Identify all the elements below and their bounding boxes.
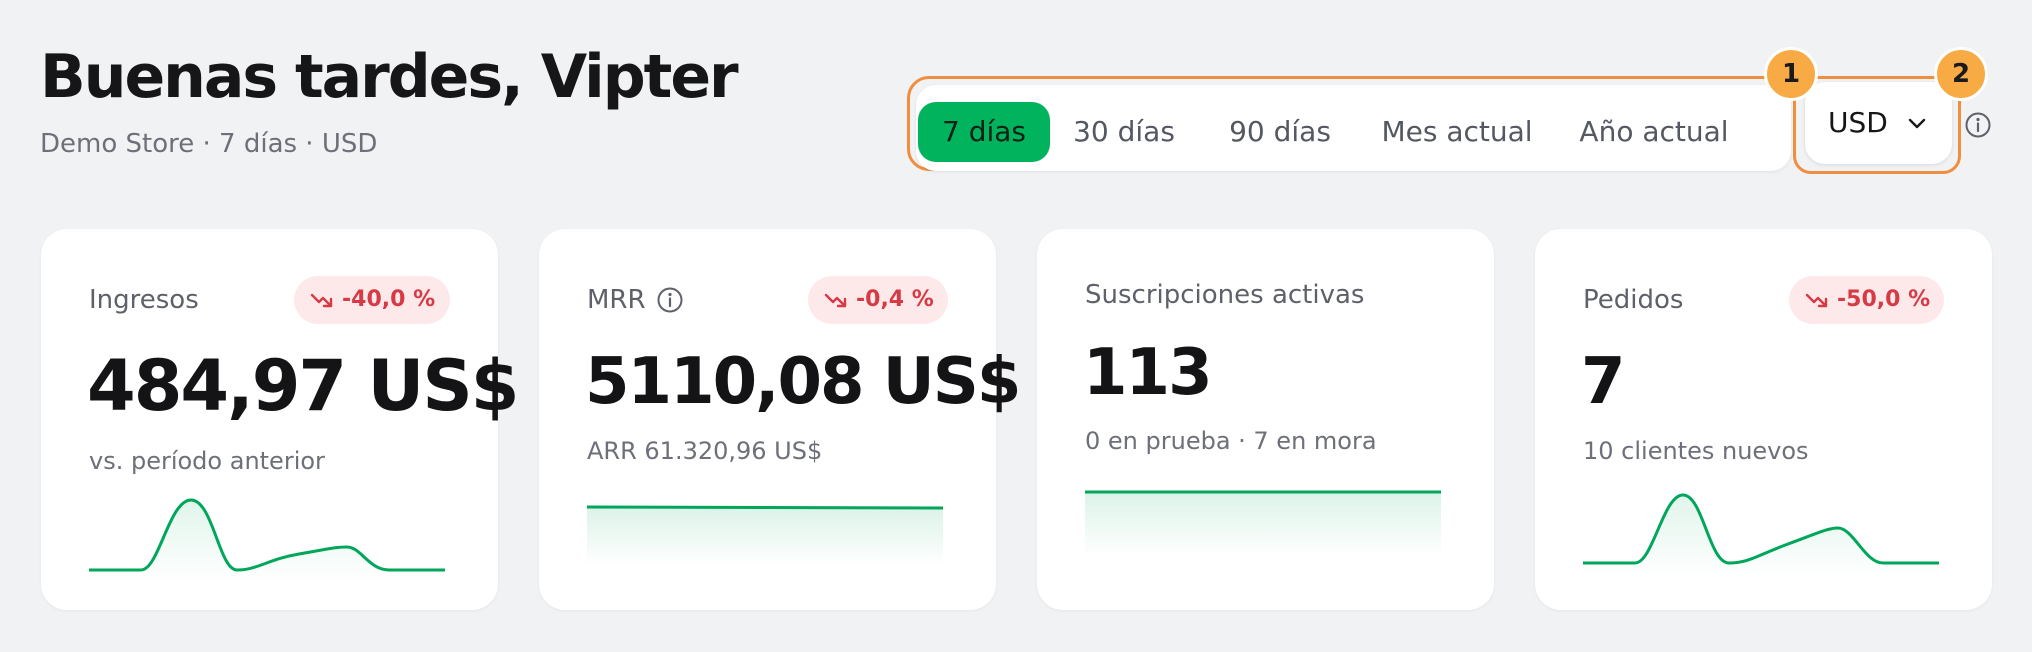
mrr-card[interactable]: MRR -0,4 % 5110,08 US$ ARR 61.320,96 US$ (539, 229, 1021, 610)
card-subtext: vs. período anterior (89, 447, 325, 475)
card-value: 5110,08 US$ (585, 345, 1021, 419)
period-filter: 7 días 30 días 90 días Mes actual Año ac… (916, 85, 1791, 171)
sparkline (587, 505, 944, 565)
period-current-month-button[interactable]: Mes actual (1369, 102, 1545, 162)
card-label: MRR (587, 285, 646, 315)
period-current-year-button[interactable]: Año actual (1567, 102, 1741, 162)
page-title: Buenas tardes, Vipter (40, 42, 739, 112)
annotation-marker-2: 2 (1934, 47, 1988, 101)
period-30-days-button[interactable]: 30 días (1054, 102, 1194, 162)
sparkline (1085, 490, 1441, 556)
status-badge: -40,0 % (294, 276, 450, 324)
sparkline (1583, 493, 1939, 578)
currency-value: USD (1828, 106, 1888, 139)
period-90-days-button[interactable]: 90 días (1210, 102, 1350, 162)
card-value: 484,97 US$ (87, 345, 519, 427)
currency-select[interactable]: USD (1805, 82, 1952, 164)
card-label: Suscripciones activas (1085, 280, 1365, 310)
delta-value: -40,0 % (342, 287, 436, 312)
status-badge: -50,0 % (1789, 276, 1944, 324)
delta-value: -50,0 % (1837, 287, 1931, 312)
annotation-marker-1: 1 (1764, 47, 1818, 101)
card-subtext: 10 clientes nuevos (1583, 437, 1809, 465)
card-label: Pedidos (1583, 285, 1684, 315)
info-icon[interactable] (1964, 111, 1992, 139)
status-badge: -0,4 % (808, 276, 948, 324)
sparkline (89, 498, 445, 583)
trend-down-icon (310, 293, 333, 308)
info-icon[interactable] (656, 286, 684, 314)
period-7-days-button[interactable]: 7 días (918, 102, 1050, 162)
trend-down-icon (1805, 293, 1828, 308)
card-label: Ingresos (89, 285, 199, 315)
page-subtitle: Demo Store · 7 días · USD (40, 129, 378, 159)
trend-down-icon (824, 293, 847, 308)
card-value: 7 (1581, 345, 1626, 419)
card-subtext: ARR 61.320,96 US$ (587, 437, 823, 465)
period-filter-highlight: 7 días 30 días 90 días Mes actual Año ac… (907, 76, 1791, 171)
revenue-card[interactable]: Ingresos -40,0 % 484,97 US$ vs. período … (41, 229, 519, 610)
card-value: 113 (1083, 336, 1213, 410)
card-subtext: 0 en prueba · 7 en mora (1085, 427, 1377, 455)
orders-card[interactable]: Pedidos -50,0 % 7 10 clientes nuevos (1535, 229, 1992, 610)
delta-value: -0,4 % (856, 287, 934, 312)
chevron-down-icon (1908, 118, 1926, 129)
active-subscriptions-card[interactable]: Suscripciones activas 113 0 en prueba · … (1037, 229, 1494, 610)
